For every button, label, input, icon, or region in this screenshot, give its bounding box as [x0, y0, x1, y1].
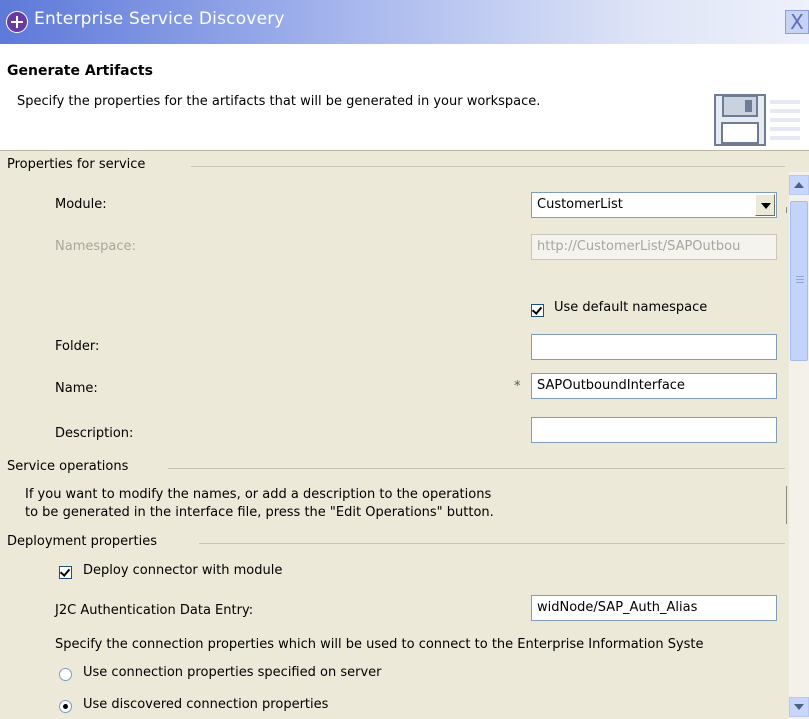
group-divider — [199, 543, 785, 544]
scroll-up-button[interactable] — [789, 175, 809, 195]
grip-line — [796, 276, 804, 277]
name-label: Name: — [55, 381, 98, 396]
description-field[interactable] — [531, 417, 777, 443]
radio-server-properties[interactable] — [59, 668, 72, 681]
j2c-field[interactable]: widNode/SAP_Auth_Alias — [531, 595, 777, 621]
deployment-group-label: Deployment properties — [7, 534, 157, 549]
operations-help-text-1: If you want to modify the names, or add … — [25, 487, 492, 502]
operations-help-text-2: to be generated in the interface file, p… — [25, 505, 494, 520]
vertical-scrollbar[interactable] — [789, 172, 809, 719]
use-default-namespace-checkbox[interactable] — [531, 304, 544, 317]
group-divider — [191, 166, 785, 167]
page-description: Specify the properties for the artifacts… — [17, 94, 541, 109]
module-label: Module: — [55, 197, 107, 212]
folder-label: Folder: — [55, 339, 100, 354]
deploy-connector-label: Deploy connector with module — [83, 563, 283, 578]
title-bar: Enterprise Service Discovery X — [0, 0, 809, 44]
scroll-thumb[interactable] — [790, 201, 808, 361]
module-selected-value: CustomerList — [537, 197, 623, 212]
radio-server-label: Use connection properties specified on s… — [83, 665, 382, 680]
j2c-label: J2C Authentication Data Entry: — [55, 603, 254, 618]
close-button[interactable]: X — [785, 10, 809, 34]
folder-field[interactable] — [531, 334, 777, 360]
namespace-field[interactable]: http://CustomerList/SAPOutbou — [531, 234, 777, 260]
name-field[interactable]: SAPOutboundInterface — [531, 373, 777, 399]
header-decoration — [770, 100, 800, 140]
app-icon — [6, 11, 28, 33]
chevron-down-icon[interactable] — [755, 194, 775, 216]
grip-line — [796, 282, 804, 283]
use-default-namespace-label: Use default namespace — [554, 300, 708, 315]
module-select[interactable]: CustomerList — [531, 192, 777, 218]
wizard-content: Properties for service Module: CustomerL… — [0, 151, 789, 719]
properties-group-label: Properties for service — [7, 157, 146, 172]
save-disk-icon — [714, 94, 766, 146]
connection-help-text: Specify the connection properties which … — [55, 637, 704, 652]
field-marker — [786, 486, 787, 524]
service-operations-group-label: Service operations — [7, 459, 129, 474]
wizard-header: Generate Artifacts Specify the propertie… — [0, 44, 809, 151]
window-title: Enterprise Service Discovery — [34, 9, 285, 29]
required-marker: * — [514, 379, 521, 394]
field-marker — [786, 207, 787, 213]
checkmark-icon — [59, 566, 71, 577]
group-divider — [168, 468, 785, 469]
radio-discovered-label: Use discovered connection properties — [83, 697, 329, 712]
scroll-down-button[interactable] — [789, 697, 809, 717]
radio-discovered-properties[interactable] — [59, 700, 72, 713]
radio-selected-dot — [63, 704, 68, 709]
namespace-label: Namespace: — [55, 239, 136, 254]
deploy-connector-checkbox[interactable] — [59, 566, 72, 579]
grip-line — [796, 279, 804, 280]
checkmark-icon — [531, 304, 543, 315]
description-label: Description: — [55, 426, 134, 441]
page-title: Generate Artifacts — [7, 63, 153, 79]
